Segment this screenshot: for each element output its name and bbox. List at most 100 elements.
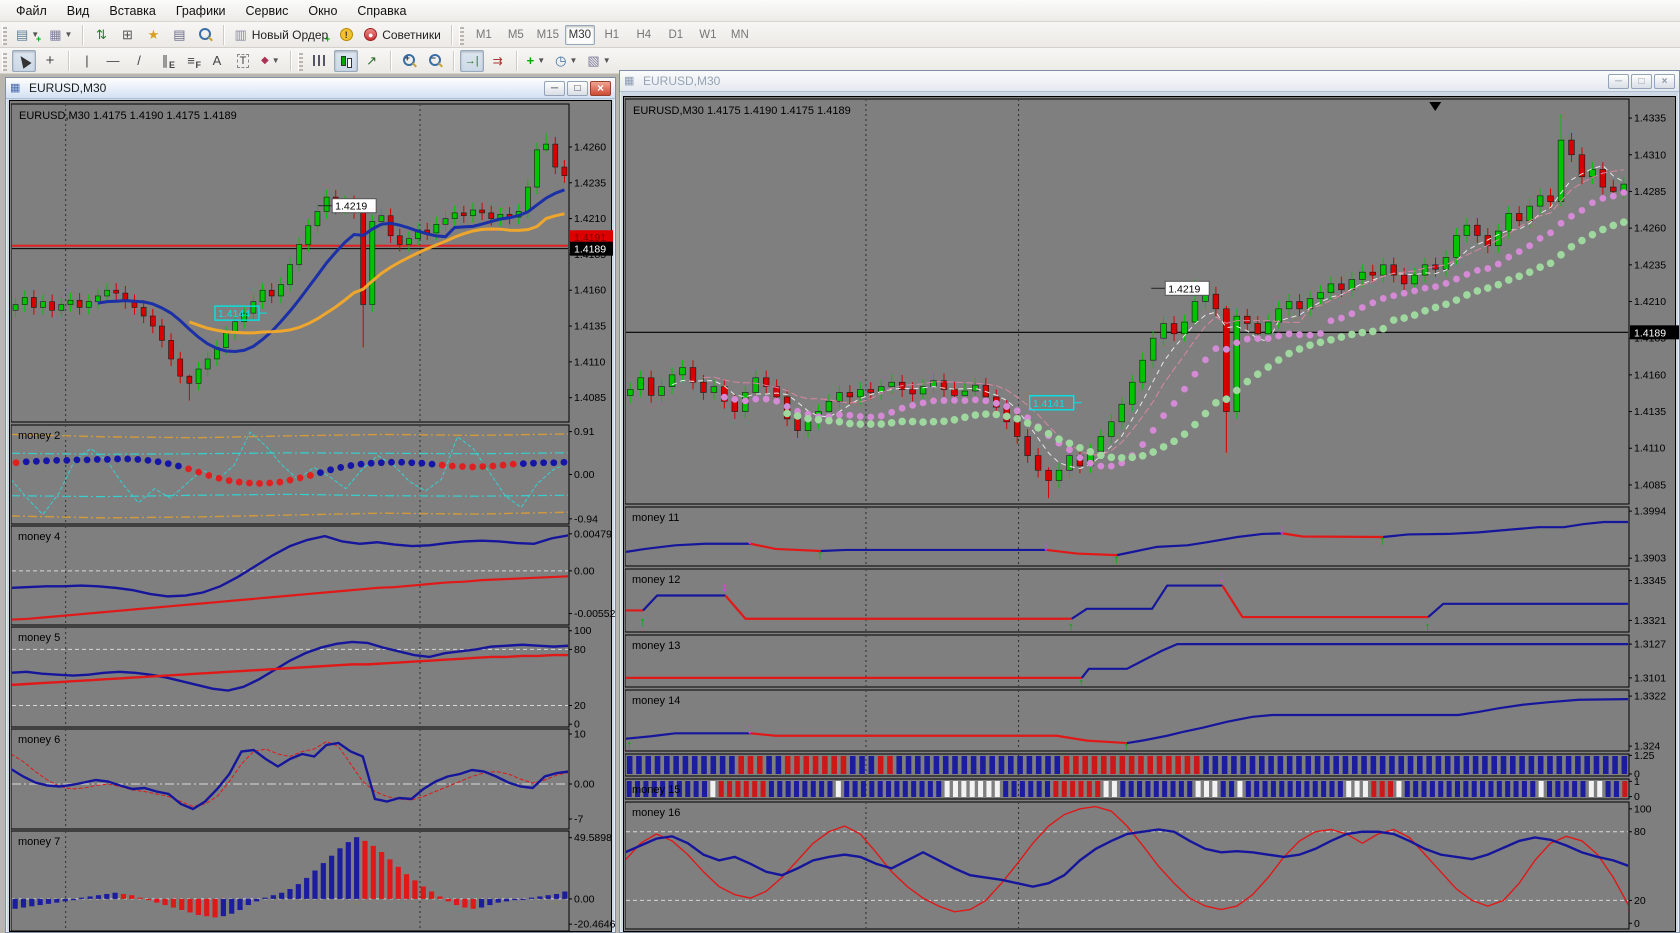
cursor-icon [16,53,31,69]
horizontal-line-button[interactable]: — [101,50,125,72]
fibonacci-button[interactable]: ≡F [179,50,203,72]
navigator-button[interactable]: ★ [141,24,165,46]
trendline-button[interactable]: / [127,50,151,72]
menu-file[interactable]: Файл [6,2,57,20]
svg-text:0.91: 0.91 [574,426,595,438]
minimize-button[interactable]: ─ [544,81,565,96]
panel-money-11 [625,507,1629,566]
toolbar-grip[interactable] [2,25,7,45]
new-order-button[interactable]: ▥ + Новый Ордер [230,24,332,46]
timeframe-m30[interactable]: M30 [565,25,595,45]
timeframe-d1[interactable]: D1 [661,25,691,45]
chart-client-area: 1.42191.41441.42601.42351.42101.41851.41… [9,100,612,932]
toolbar-separator [516,51,517,71]
chart-shift-icon: ⇉ [493,54,503,68]
toolbar-grip[interactable] [2,51,7,71]
minimize-button[interactable]: ─ [1608,74,1629,89]
equidistant-channel-button[interactable]: ∥E [153,50,177,72]
timeframe-m1[interactable]: M1 [469,25,499,45]
svg-text:1.4189: 1.4189 [1634,327,1666,339]
bar-chart-button[interactable] [308,50,332,72]
svg-text:money 2: money 2 [18,430,60,442]
menu-tools[interactable]: Сервис [236,2,299,20]
chart-window-right[interactable]: ▦ EURUSD,M30 ─ □ × 1.42191.41411.43351.4… [619,70,1680,933]
zoom-in-icon: + [402,54,416,68]
timeframe-w1[interactable]: W1 [693,25,723,45]
svg-text:20: 20 [1634,895,1646,907]
strategy-tester-button[interactable] [193,24,217,46]
menu-help[interactable]: Справка [347,2,416,20]
crosshair-tool-button[interactable]: + [38,50,62,72]
periods-button[interactable]: ◷▼ [551,50,581,72]
svg-text:100: 100 [1634,803,1652,815]
zoom-in-button[interactable]: + [397,50,421,72]
svg-text:1.4135: 1.4135 [1634,406,1666,418]
window-title: EURUSD,M30 [29,81,544,95]
svg-text:1.4160: 1.4160 [574,285,606,297]
close-button[interactable]: × [590,81,611,96]
maximize-button[interactable]: □ [1631,74,1652,89]
menu-view[interactable]: Вид [57,2,100,20]
arrows-tool-button[interactable]: ◆▼ [257,50,284,72]
menu-charts[interactable]: Графики [166,2,236,20]
chart-shift-button[interactable]: ⇉ [486,50,510,72]
text-tool-button[interactable]: A [205,50,229,72]
timeframe-h1[interactable]: H1 [597,25,627,45]
cursor-tool-button[interactable] [12,50,36,72]
panel-money-15 [625,779,1629,799]
candlestick-chart-button[interactable] [334,50,358,72]
terminal-icon: ▤ [173,27,185,43]
window-title-bar[interactable]: ▦ EURUSD,M30 ─ □ × [6,78,615,99]
svg-text:↓: ↓ [1279,522,1286,537]
svg-text:↓: ↓ [1043,538,1050,553]
toolbar-separator [390,51,391,71]
svg-text:100: 100 [574,625,592,637]
vertical-line-button[interactable]: | [75,50,99,72]
market-watch-button[interactable]: ⇅ [89,24,113,46]
menu-window[interactable]: Окно [298,2,347,20]
metaeditor-button[interactable]: ! [334,24,358,46]
auto-scroll-button[interactable]: →| [460,50,484,72]
chart-client-area: 1.42191.41411.43351.43101.42851.42601.42… [623,96,1676,932]
zoom-out-icon: − [428,54,442,68]
templates-button[interactable]: ▧▼ [583,50,614,72]
panel-money-13 [625,635,1629,687]
svg-text:1.4141: 1.4141 [1033,398,1065,410]
zoom-out-button[interactable]: − [423,50,447,72]
toolbar-grip[interactable] [298,51,303,71]
close-button[interactable]: × [1654,74,1675,89]
window-title-bar[interactable]: ▦ EURUSD,M30 ─ □ × [620,71,1679,92]
svg-text:1.4285: 1.4285 [1634,186,1666,198]
profiles-button[interactable]: ▦ ▼ [45,24,76,46]
panel-money-6 [11,729,569,829]
chart-canvas-left[interactable]: 1.42191.41441.42601.42351.42101.41851.41… [11,102,615,933]
toolbar-grip[interactable] [459,25,464,45]
timeframe-m15[interactable]: M15 [533,25,563,45]
timeframe-mn[interactable]: MN [725,25,755,45]
indicators-button[interactable]: +▼ [523,50,550,72]
menu-insert[interactable]: Вставка [99,2,165,20]
svg-text:0: 0 [1634,918,1640,930]
svg-text:↓: ↓ [747,532,754,547]
expert-advisors-button[interactable]: ● Советники [360,24,445,46]
svg-text:1.4085: 1.4085 [1634,479,1666,491]
svg-text:money 7: money 7 [18,836,60,848]
maximize-button[interactable]: □ [567,81,588,96]
svg-text:1.4189: 1.4189 [574,244,606,256]
data-window-button[interactable]: ⊞ [115,24,139,46]
timeframe-m5[interactable]: M5 [501,25,531,45]
svg-text:-7: -7 [574,814,583,826]
plus-icon: + [36,34,41,44]
terminal-button[interactable]: ▤ [167,24,191,46]
svg-text:80: 80 [574,644,586,656]
text-label-button[interactable]: T [231,50,255,72]
svg-text:money 14: money 14 [632,695,680,707]
new-chart-button[interactable]: ▤ + ▼ [12,24,43,46]
svg-text:↓: ↓ [747,722,754,737]
chart-window-left[interactable]: ▦ EURUSD,M30 ─ □ × 1.42191.41441.42601.4… [5,77,616,933]
svg-text:0.00: 0.00 [574,893,595,905]
horizontal-line-icon: — [107,53,120,68]
timeframe-h4[interactable]: H4 [629,25,659,45]
chart-canvas-right[interactable]: 1.42191.41411.43351.43101.42851.42601.42… [625,98,1680,932]
line-chart-button[interactable]: ↗ [360,50,384,72]
